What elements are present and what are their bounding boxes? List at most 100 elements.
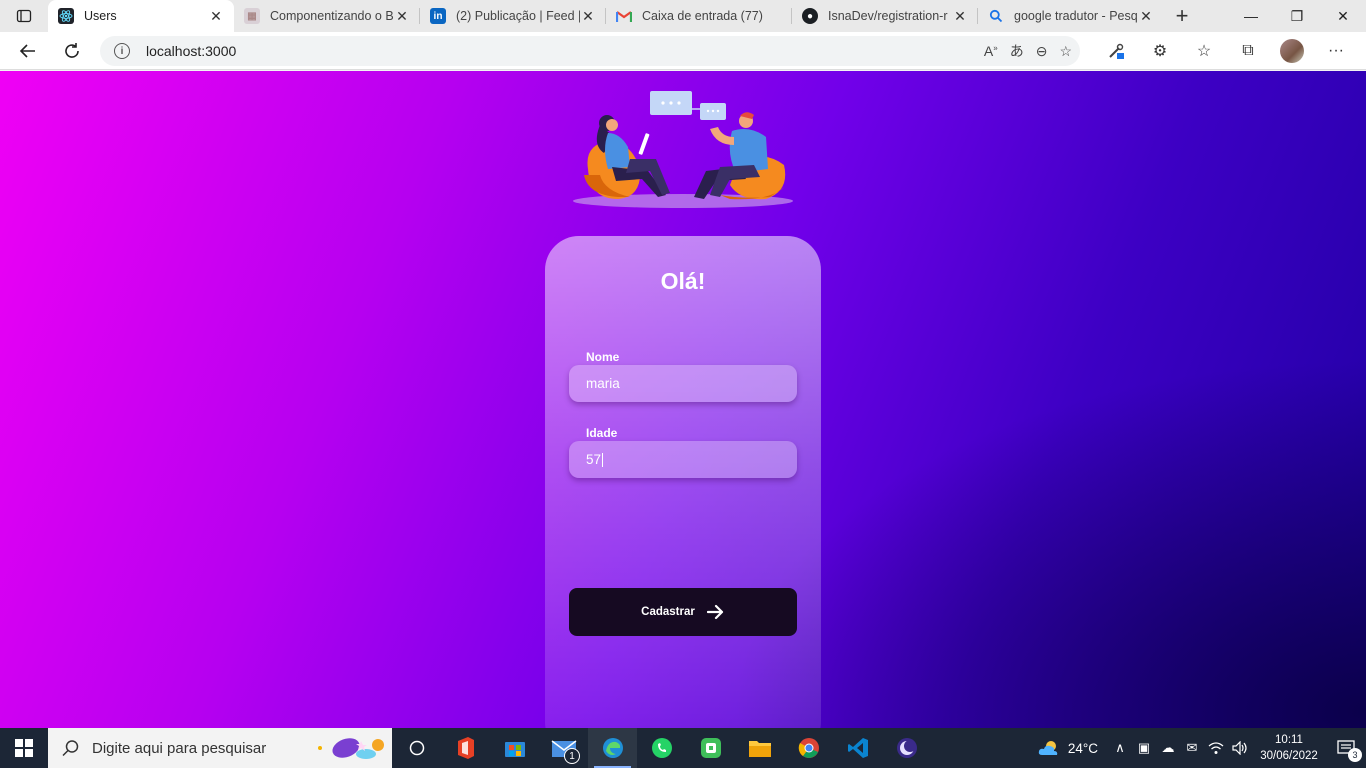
tab-title: (2) Publicação | Feed | bbox=[456, 9, 580, 23]
notifications-count: 3 bbox=[1348, 748, 1362, 762]
profile-button[interactable] bbox=[1274, 36, 1310, 66]
windows-logo-icon bbox=[15, 739, 33, 757]
taskbar-edge[interactable] bbox=[588, 728, 637, 768]
browser-toolbar: i localhost:3000 A» あ ⊖ ☆ ⚙ ☆ ⧉ ··· bbox=[0, 32, 1366, 70]
window-controls: — ❐ ✕ bbox=[1228, 0, 1366, 32]
register-button[interactable]: Cadastrar bbox=[569, 588, 797, 636]
taskbar-teams-chat[interactable] bbox=[686, 728, 735, 768]
restore-button[interactable]: ❐ bbox=[1274, 0, 1320, 32]
weather-icon[interactable] bbox=[1034, 740, 1064, 756]
show-hidden-icons-icon[interactable]: ∧ bbox=[1108, 740, 1132, 756]
read-aloud-icon[interactable]: A» bbox=[984, 43, 998, 59]
age-input[interactable]: 57 bbox=[569, 441, 797, 478]
taskbar-whatsapp[interactable] bbox=[637, 728, 686, 768]
search-icon bbox=[62, 740, 79, 757]
mail-badge: 1 bbox=[564, 748, 580, 764]
avatar bbox=[1280, 39, 1304, 63]
folder-icon bbox=[748, 741, 771, 757]
translate-icon[interactable]: あ bbox=[1010, 41, 1024, 61]
minimize-button[interactable]: — bbox=[1228, 0, 1274, 32]
name-label: Nome bbox=[586, 350, 620, 364]
refresh-button[interactable] bbox=[54, 36, 90, 66]
weather-temperature[interactable]: 24°C bbox=[1068, 741, 1098, 756]
clock-time: 10:11 bbox=[1275, 734, 1303, 746]
tab-linkedin[interactable]: in (2) Publicação | Feed | ✕ bbox=[420, 0, 606, 32]
tab-google-search[interactable]: google tradutor - Pesq ✕ bbox=[978, 0, 1164, 32]
tab-title: Componentizando o B bbox=[270, 9, 394, 23]
more-menu-icon[interactable]: ··· bbox=[1318, 36, 1354, 66]
taskbar-file-explorer[interactable] bbox=[735, 728, 784, 768]
device-icon[interactable]: ▣ bbox=[1132, 740, 1156, 756]
taskbar-office[interactable] bbox=[441, 728, 490, 768]
moon-app-icon bbox=[896, 738, 917, 758]
address-bar-actions: A» あ ⊖ ☆ bbox=[984, 36, 1072, 66]
favorite-add-icon[interactable]: ☆ bbox=[1059, 43, 1072, 60]
tab-title: Caixa de entrada (77) bbox=[642, 9, 763, 23]
close-tab-icon[interactable]: ✕ bbox=[208, 8, 224, 24]
taskbar-search-placeholder: Digite aqui para pesquisar bbox=[92, 739, 267, 757]
system-tray: 24°C ∧ ▣ ☁ ✉ 10:11 30/06/2022 3 bbox=[1034, 728, 1366, 768]
office-icon bbox=[457, 737, 474, 759]
gmail-icon bbox=[616, 8, 632, 24]
wifi-icon[interactable] bbox=[1204, 741, 1228, 755]
notifications-button[interactable]: 3 bbox=[1326, 728, 1366, 768]
tab-title: Users bbox=[84, 9, 117, 23]
extensions-icon[interactable]: ⚙ bbox=[1142, 36, 1178, 66]
clock[interactable]: 10:11 30/06/2022 bbox=[1252, 732, 1326, 764]
close-window-button[interactable]: ✕ bbox=[1320, 0, 1366, 32]
taskbar-search-box[interactable]: Digite aqui para pesquisar bbox=[48, 728, 392, 768]
taskbar-vscode[interactable] bbox=[833, 728, 882, 768]
address-text: localhost:3000 bbox=[146, 43, 237, 59]
linkedin-icon: in bbox=[430, 8, 446, 24]
text-caret bbox=[602, 452, 604, 467]
task-view-icon bbox=[409, 740, 424, 756]
favorites-icon[interactable]: ☆ bbox=[1186, 36, 1222, 66]
chat-app-icon bbox=[700, 738, 721, 758]
page-background: Olá! Nome maria Idade 57 Cadastrar bbox=[0, 71, 1366, 728]
tab-title: google tradutor - Pesq bbox=[1014, 9, 1138, 23]
tab-gmail[interactable]: Caixa de entrada (77) bbox=[606, 0, 792, 32]
page-title: Olá! bbox=[660, 268, 706, 294]
chrome-icon bbox=[798, 738, 819, 758]
edge-icon bbox=[602, 738, 623, 758]
dev-tools-extension-icon[interactable] bbox=[1098, 36, 1134, 66]
whatsapp-icon bbox=[651, 738, 672, 758]
close-tab-icon[interactable]: ✕ bbox=[394, 8, 410, 24]
taskbar-mail[interactable]: 1 bbox=[539, 728, 588, 768]
react-icon bbox=[58, 8, 74, 24]
tab-users[interactable]: Users ✕ bbox=[48, 0, 234, 32]
start-button[interactable] bbox=[0, 728, 48, 768]
task-view-button[interactable] bbox=[392, 728, 441, 768]
taskbar: Digite aqui para pesquisar 1 24°C ∧ ▣ ☁ … bbox=[0, 728, 1366, 768]
tab-actions-button[interactable] bbox=[0, 0, 48, 32]
vscode-icon bbox=[847, 738, 868, 758]
close-tab-icon[interactable]: ✕ bbox=[952, 8, 968, 24]
address-bar[interactable]: i localhost:3000 A» あ ⊖ ☆ bbox=[100, 36, 1080, 66]
tab-componentizando[interactable]: ▦ Componentizando o B ✕ bbox=[234, 0, 420, 32]
cloud-offline-icon[interactable]: ☁ bbox=[1156, 740, 1180, 756]
collections-icon[interactable]: ⧉ bbox=[1230, 36, 1266, 66]
back-button[interactable] bbox=[10, 36, 46, 66]
taskbar-app-moon[interactable] bbox=[882, 728, 931, 768]
name-input[interactable]: maria bbox=[569, 365, 797, 402]
browser-right-tools: ⚙ ☆ ⧉ ··· bbox=[1098, 36, 1354, 66]
new-tab-button[interactable]: + bbox=[1164, 0, 1200, 32]
age-input-value: 57 bbox=[586, 452, 602, 467]
taskbar-store[interactable] bbox=[490, 728, 539, 768]
volume-icon[interactable] bbox=[1228, 741, 1252, 755]
tab-title: IsnaDev/registration-r bbox=[828, 9, 948, 23]
name-input-value: maria bbox=[586, 376, 620, 391]
close-tab-icon[interactable]: ✕ bbox=[1138, 8, 1154, 24]
input-method-icon[interactable]: ✉ bbox=[1180, 740, 1204, 756]
close-tab-icon[interactable]: ✕ bbox=[580, 8, 596, 24]
age-label: Idade bbox=[586, 426, 618, 440]
site-info-icon[interactable]: i bbox=[114, 43, 130, 59]
page-icon: ▦ bbox=[244, 8, 260, 24]
clock-date: 30/06/2022 bbox=[1260, 750, 1318, 762]
github-icon: ● bbox=[802, 8, 818, 24]
tab-actions-icon bbox=[16, 9, 32, 23]
zoom-icon[interactable]: ⊖ bbox=[1036, 43, 1048, 60]
tab-github[interactable]: ● IsnaDev/registration-r ✕ bbox=[792, 0, 978, 32]
search-highlight-icon bbox=[318, 738, 384, 759]
taskbar-chrome[interactable] bbox=[784, 728, 833, 768]
